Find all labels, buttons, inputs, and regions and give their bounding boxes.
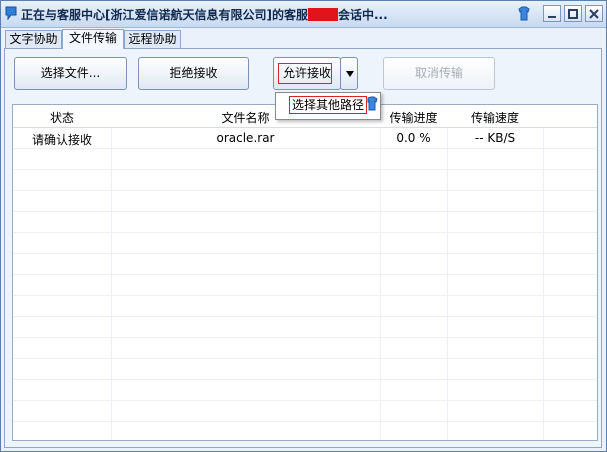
maximize-button[interactable]	[564, 5, 582, 22]
reject-button[interactable]: 拒绝接收	[138, 57, 249, 90]
menu-item-choose-other-path[interactable]: 选择其他路径	[289, 96, 367, 114]
table-row-empty	[13, 296, 597, 317]
cell-filename: oracle.rar	[216, 131, 275, 145]
table-row-empty	[13, 233, 597, 254]
allow-receive-button[interactable]: 允许接收	[273, 57, 341, 90]
allow-receive-dropdown-button[interactable]	[340, 57, 358, 90]
table-row-empty	[13, 254, 597, 275]
window-title-suffix: 会话中...	[337, 8, 388, 22]
tab-remote-assist[interactable]: 远程协助	[124, 30, 181, 48]
maximize-icon	[568, 9, 578, 19]
window-title: 正在与客服中心[浙江爱信诺航天信息有限公司]的客服 会话中...	[21, 6, 388, 23]
skin-icon[interactable]	[516, 6, 532, 25]
tab-text-assist[interactable]: 文字协助	[5, 30, 62, 48]
cell-status: 请确认接收	[31, 133, 92, 147]
allow-receive-label: 允许接收	[282, 66, 331, 80]
table-row-empty	[13, 401, 597, 422]
table-row-empty	[13, 275, 597, 296]
redacted-block	[307, 8, 338, 21]
chat-bubble-icon	[5, 6, 17, 21]
column-header-progress[interactable]: 传输进度	[380, 109, 447, 126]
close-button[interactable]	[585, 5, 603, 22]
table-row-empty	[13, 359, 597, 380]
table-row-empty	[13, 170, 597, 191]
window-title-prefix: 正在与客服中心[浙江爱信诺航天信息有限公司]的客服	[21, 8, 308, 22]
transfer-table: 状态 文件名称 传输进度 传输速度 请确认接收 oracle.rar 0.0 %…	[12, 104, 598, 441]
table-row-empty	[13, 149, 597, 170]
column-header-speed[interactable]: 传输速度	[447, 109, 543, 126]
table-row[interactable]: 请确认接收 oracle.rar 0.0 % -- KB/S	[13, 128, 597, 149]
dropdown-arrow-icon	[346, 71, 354, 77]
minimize-icon	[548, 16, 556, 18]
table-row-empty	[13, 212, 597, 233]
table-row-empty	[13, 317, 597, 338]
cell-progress: 0.0 %	[396, 131, 431, 145]
select-file-button[interactable]: 选择文件...	[14, 57, 127, 90]
close-icon	[589, 9, 599, 19]
minimize-button[interactable]	[543, 5, 561, 22]
table-row-empty	[13, 338, 597, 359]
cancel-transfer-button[interactable]: 取消传输	[383, 57, 495, 90]
title-bar[interactable]: 正在与客服中心[浙江爱信诺航天信息有限公司]的客服 会话中...	[1, 1, 606, 28]
column-header-status[interactable]: 状态	[13, 109, 111, 126]
tab-file-transfer[interactable]: 文件传输	[62, 29, 124, 49]
table-row-empty	[13, 380, 597, 401]
cell-speed: -- KB/S	[474, 131, 516, 145]
file-transfer-window: 正在与客服中心[浙江爱信诺航天信息有限公司]的客服 会话中... 文字协助 文件传…	[0, 0, 607, 452]
hand-cursor-icon	[365, 96, 379, 115]
table-row-empty	[13, 191, 597, 212]
